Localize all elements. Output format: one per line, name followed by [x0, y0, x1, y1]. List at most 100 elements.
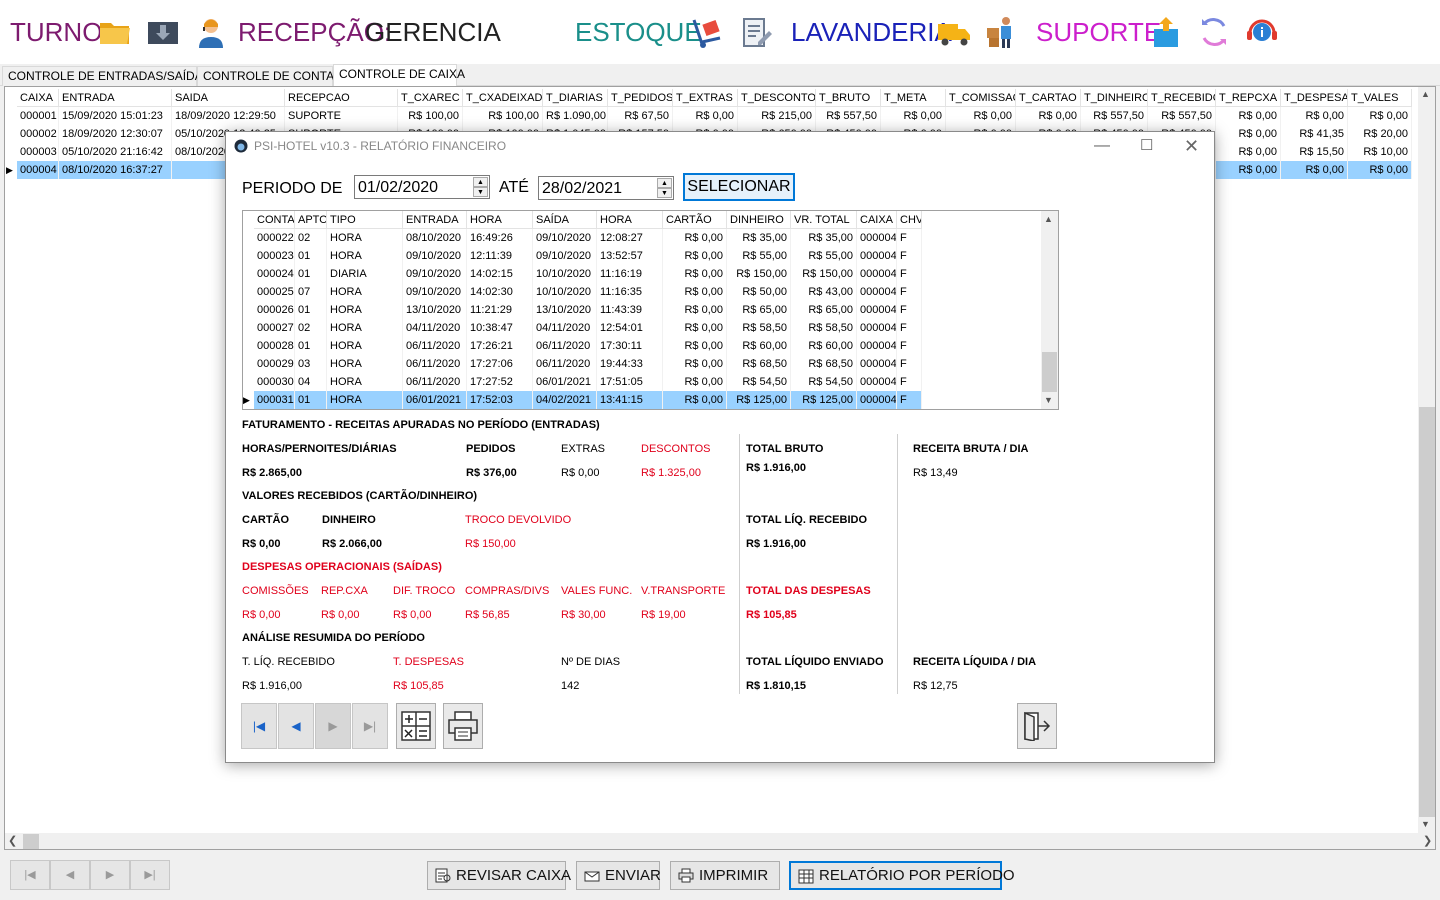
column-header[interactable]: SAÍDA	[533, 211, 597, 229]
next-record-button[interactable]: ▶	[90, 860, 130, 890]
table-row[interactable]: 000024 01 DIARIA 09/10/2020 14:02:15 10/10/20…	[243, 265, 924, 283]
minimize-icon[interactable]: —	[1094, 132, 1110, 160]
column-header[interactable]: T_BRUTO	[816, 89, 881, 107]
accounts-scroll-thumb[interactable]	[1042, 352, 1057, 392]
column-header[interactable]: T_VALES	[1348, 89, 1412, 107]
table-row[interactable]: 000029 03 HORA 06/11/2020 17:27:06 06/11/2020…	[243, 355, 924, 373]
dlg-next-button[interactable]: ▶	[315, 703, 351, 749]
column-header[interactable]: DINHEIRO	[727, 211, 791, 229]
table-row[interactable]: 000027 02 HORA 04/11/2020 10:38:47 04/11/2020…	[243, 319, 924, 337]
column-header[interactable]: T_CXAREC	[398, 89, 463, 107]
table-row[interactable]: 000023 01 HORA 09/10/2020 12:11:39 09/10/2020…	[243, 247, 924, 265]
column-header[interactable]: CAIXA	[17, 89, 59, 107]
column-header[interactable]: ENTRADA	[403, 211, 467, 229]
table-row[interactable]: ▶ 000031 01 HORA 06/01/2021 17:52:03 04/02/202…	[243, 391, 924, 409]
accounts-scroll-up-icon[interactable]: ▲	[1044, 214, 1053, 224]
revisar-caixa-button[interactable]: REVISAR CAIXA	[427, 861, 571, 890]
column-header[interactable]: T_RECEBIDO	[1148, 89, 1216, 107]
table-row[interactable]: 000025 07 HORA 09/10/2020 14:02:30 10/10/2020…	[243, 283, 924, 301]
dlg-last-button[interactable]: ▶|	[352, 703, 388, 749]
scroll-up-icon[interactable]: ▲	[1421, 89, 1430, 99]
column-header[interactable]: T_PEDIDOS	[608, 89, 673, 107]
accounts-scrollbar[interactable]: ▲ ▼	[1041, 211, 1058, 409]
vertical-scrollbar[interactable]: ▲ ▼	[1418, 87, 1435, 833]
print-report-button[interactable]	[443, 703, 483, 749]
accounts-scroll-down-icon[interactable]: ▼	[1044, 395, 1053, 405]
column-header[interactable]: HORA	[597, 211, 663, 229]
tab-controle-contas[interactable]: CONTROLE DE CONTAS	[197, 66, 342, 86]
turno-label[interactable]: TURNO	[10, 16, 102, 48]
table-row[interactable]: 000028 01 HORA 06/11/2020 17:26:21 06/11/2020…	[243, 337, 924, 355]
column-header[interactable]: CARTÃO	[663, 211, 727, 229]
hscroll-thumb[interactable]	[23, 834, 39, 849]
scroll-left-icon[interactable]: ❮	[8, 834, 17, 847]
receptionist-icon[interactable]	[193, 14, 229, 50]
accounts-grid[interactable]: CONTA APTO TIPO ENTRADA HORA SAÍDA HORA CARTÃO D…	[242, 210, 1059, 410]
scroll-thumb[interactable]	[1419, 407, 1435, 817]
selecionar-button[interactable]: SELECIONAR	[683, 173, 795, 201]
column-header[interactable]: T_META	[881, 89, 946, 107]
column-header[interactable]: T_EXTRAS	[673, 89, 738, 107]
suporte-label[interactable]: SUPORTE	[1036, 16, 1161, 48]
column-header[interactable]: T_DIARIAS	[543, 89, 608, 107]
date-to-value[interactable]: 28/02/2021	[542, 179, 622, 199]
upload-box-icon[interactable]	[1148, 14, 1184, 50]
maximize-icon[interactable]: ☐	[1140, 132, 1153, 160]
column-header[interactable]: T_DINHEIRO	[1081, 89, 1148, 107]
column-header[interactable]: CAIXA	[857, 211, 897, 229]
column-header[interactable]: T_DESCONTOS	[738, 89, 816, 107]
date-from-down-icon[interactable]: ▼	[473, 187, 488, 197]
enviar-button[interactable]: ENVIAR	[576, 861, 661, 890]
date-from-up-icon[interactable]: ▲	[473, 177, 488, 187]
column-header[interactable]: CONTA	[254, 211, 295, 229]
table-row[interactable]: 000026 01 HORA 13/10/2020 11:21:29 13/10/2020…	[243, 301, 924, 319]
date-to-down-icon[interactable]: ▼	[657, 188, 672, 198]
exit-button[interactable]	[1017, 703, 1057, 749]
column-header[interactable]: SAIDA	[172, 89, 285, 107]
date-from-value[interactable]: 01/02/2020	[358, 178, 438, 198]
date-to-picker[interactable]: 28/02/2021 ▲ ▼	[538, 176, 674, 200]
table-row[interactable]: 000030 04 HORA 06/11/2020 17:27:52 06/01/2021…	[243, 373, 924, 391]
lavanderia-label[interactable]: LAVANDERIA	[791, 16, 952, 48]
folder-icon[interactable]	[97, 14, 133, 50]
first-record-button[interactable]: |◀	[10, 860, 50, 890]
refresh-icon[interactable]	[1196, 14, 1232, 50]
dlg-prev-button[interactable]: ◀	[278, 703, 314, 749]
calculator-button[interactable]	[396, 703, 436, 749]
relatorio-periodo-button[interactable]: RELATÓRIO POR PERÍODO	[789, 861, 1015, 890]
column-header[interactable]: HORA	[467, 211, 533, 229]
column-header[interactable]: T_CXADEIXADO	[463, 89, 543, 107]
close-icon[interactable]: ✕	[1184, 132, 1199, 160]
hand-truck-icon[interactable]	[690, 14, 726, 50]
delivery-truck-icon[interactable]	[936, 14, 972, 50]
tab-entradas-saidas[interactable]: CONTROLE DE ENTRADAS/SAÍDAS	[2, 66, 211, 86]
prev-record-button[interactable]: ◀	[50, 860, 90, 890]
column-header[interactable]: CHV	[897, 211, 922, 229]
last-record-button[interactable]: ▶|	[130, 860, 170, 890]
column-header[interactable]: APTO	[295, 211, 327, 229]
column-header[interactable]: TIPO	[327, 211, 403, 229]
tab-controle-caixa[interactable]: CONTROLE DE CAIXA	[333, 64, 465, 87]
scroll-down-icon[interactable]: ▼	[1421, 819, 1430, 829]
dialog-title-bar[interactable]: PSI-HOTEL v10.3 - RELATÓRIO FINANCEIRO —…	[226, 132, 1214, 160]
support-headset-icon[interactable]	[1244, 14, 1280, 50]
imprimir-button[interactable]: IMPRIMIR	[670, 861, 780, 890]
column-header[interactable]: ENTRADA	[59, 89, 172, 107]
table-row[interactable]: 000001 15/09/2020 15:01:23 18/09/2020 12:2…	[5, 107, 1414, 125]
scroll-right-icon[interactable]: ❯	[1423, 834, 1432, 847]
column-header[interactable]: T_REPCXA	[1216, 89, 1281, 107]
download-tray-icon[interactable]	[145, 14, 181, 50]
date-to-up-icon[interactable]: ▲	[657, 178, 672, 188]
column-header[interactable]: T_DESPESAS	[1281, 89, 1348, 107]
dlg-first-button[interactable]: |◀	[241, 703, 277, 749]
table-row[interactable]: 000022 02 HORA 08/10/2020 16:49:26 09/10/2020…	[243, 229, 924, 247]
column-header[interactable]: T_COMISSAO	[946, 89, 1016, 107]
column-header[interactable]: VR. TOTAL	[791, 211, 857, 229]
estoque-label[interactable]: ESTOQUE	[575, 16, 702, 48]
column-header[interactable]: RECEPCAO	[285, 89, 398, 107]
column-header[interactable]: T_CARTAO	[1016, 89, 1081, 107]
delivery-person-icon[interactable]	[984, 14, 1020, 50]
clipboard-edit-icon[interactable]	[738, 14, 774, 50]
date-from-picker[interactable]: 01/02/2020 ▲ ▼	[354, 175, 490, 199]
horizontal-scrollbar[interactable]: ❮ ❯	[5, 833, 1435, 849]
